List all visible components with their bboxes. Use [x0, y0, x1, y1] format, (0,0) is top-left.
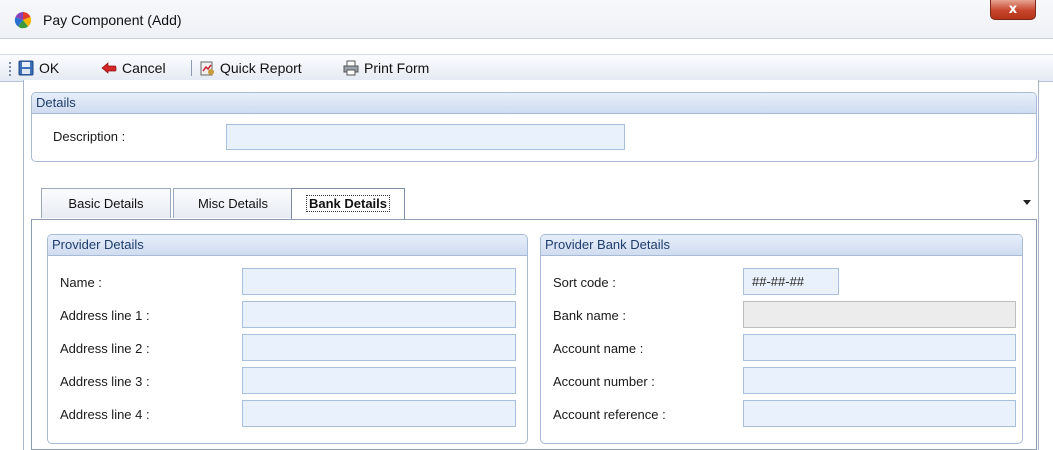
bank-name-field: [743, 301, 1016, 328]
toolbar: OK Cancel Quick Report Print Form: [0, 54, 1053, 82]
close-button[interactable]: x: [990, 0, 1036, 20]
details-header: Details: [32, 93, 1036, 114]
toolbar-separator: [191, 60, 192, 76]
address-line-1-field[interactable]: [242, 301, 516, 328]
address-line-3-label: Address line 3 :: [60, 374, 150, 389]
print-icon: [343, 60, 359, 76]
account-number-label: Account number :: [553, 374, 655, 389]
print-form-label: Print Form: [364, 60, 430, 76]
provider-bank-details-header: Provider Bank Details: [541, 235, 1022, 256]
tab-misc-details[interactable]: Misc Details: [173, 188, 293, 218]
tab-basic-details[interactable]: Basic Details: [41, 188, 171, 218]
close-icon: x: [1008, 2, 1018, 17]
account-number-field[interactable]: [743, 367, 1016, 394]
address-line-4-label: Address line 4 :: [60, 407, 150, 422]
pinwheel-icon: [14, 11, 32, 29]
account-name-label: Account name :: [553, 341, 644, 356]
tab-bank-details[interactable]: Bank Details: [291, 188, 405, 220]
provider-details-header: Provider Details: [48, 235, 527, 256]
ok-button[interactable]: OK: [18, 58, 59, 78]
title-bar: Pay Component (Add) x: [0, 0, 1053, 39]
tab-label: Misc Details: [197, 196, 269, 211]
quick-report-button[interactable]: Quick Report: [199, 58, 302, 78]
address-line-1-label: Address line 1 :: [60, 308, 150, 323]
toolbar-grip[interactable]: [9, 62, 11, 76]
address-line-2-label: Address line 2 :: [60, 341, 150, 356]
provider-details-group: Provider Details Name : Address line 1 :…: [47, 234, 528, 444]
cancel-button[interactable]: Cancel: [101, 58, 166, 78]
account-reference-field[interactable]: [743, 400, 1016, 427]
provider-name-label: Name :: [60, 275, 102, 290]
back-arrow-icon: [101, 62, 117, 74]
address-line-2-field[interactable]: [242, 334, 516, 361]
account-name-field[interactable]: [743, 334, 1016, 361]
sort-code-field[interactable]: ##-##-##: [743, 268, 839, 295]
sort-code-label: Sort code :: [553, 275, 616, 290]
bank-details-panel: Provider Details Name : Address line 1 :…: [31, 219, 1037, 450]
description-field[interactable]: [226, 124, 625, 150]
ok-label: OK: [39, 60, 60, 76]
provider-bank-details-group: Provider Bank Details Sort code : ##-##-…: [540, 234, 1023, 444]
details-group: Details Description :: [31, 92, 1037, 162]
tab-strip: Basic Details Misc Details Bank Details: [31, 188, 1037, 220]
window-title: Pay Component (Add): [43, 12, 182, 28]
cancel-label: Cancel: [122, 60, 166, 76]
tab-dropdown-icon[interactable]: [1023, 200, 1031, 205]
address-line-4-field[interactable]: [242, 400, 516, 427]
tab-label: Bank Details: [305, 195, 391, 212]
save-icon: [18, 60, 34, 76]
report-icon: [200, 61, 214, 76]
provider-name-field[interactable]: [242, 268, 516, 295]
tab-label: Basic Details: [68, 196, 144, 211]
description-label: Description :: [53, 129, 126, 144]
bank-name-label: Bank name :: [553, 308, 626, 323]
quick-report-label: Quick Report: [220, 60, 302, 76]
address-line-3-field[interactable]: [242, 367, 516, 394]
account-reference-label: Account reference :: [553, 407, 666, 422]
print-form-button[interactable]: Print Form: [343, 58, 429, 78]
